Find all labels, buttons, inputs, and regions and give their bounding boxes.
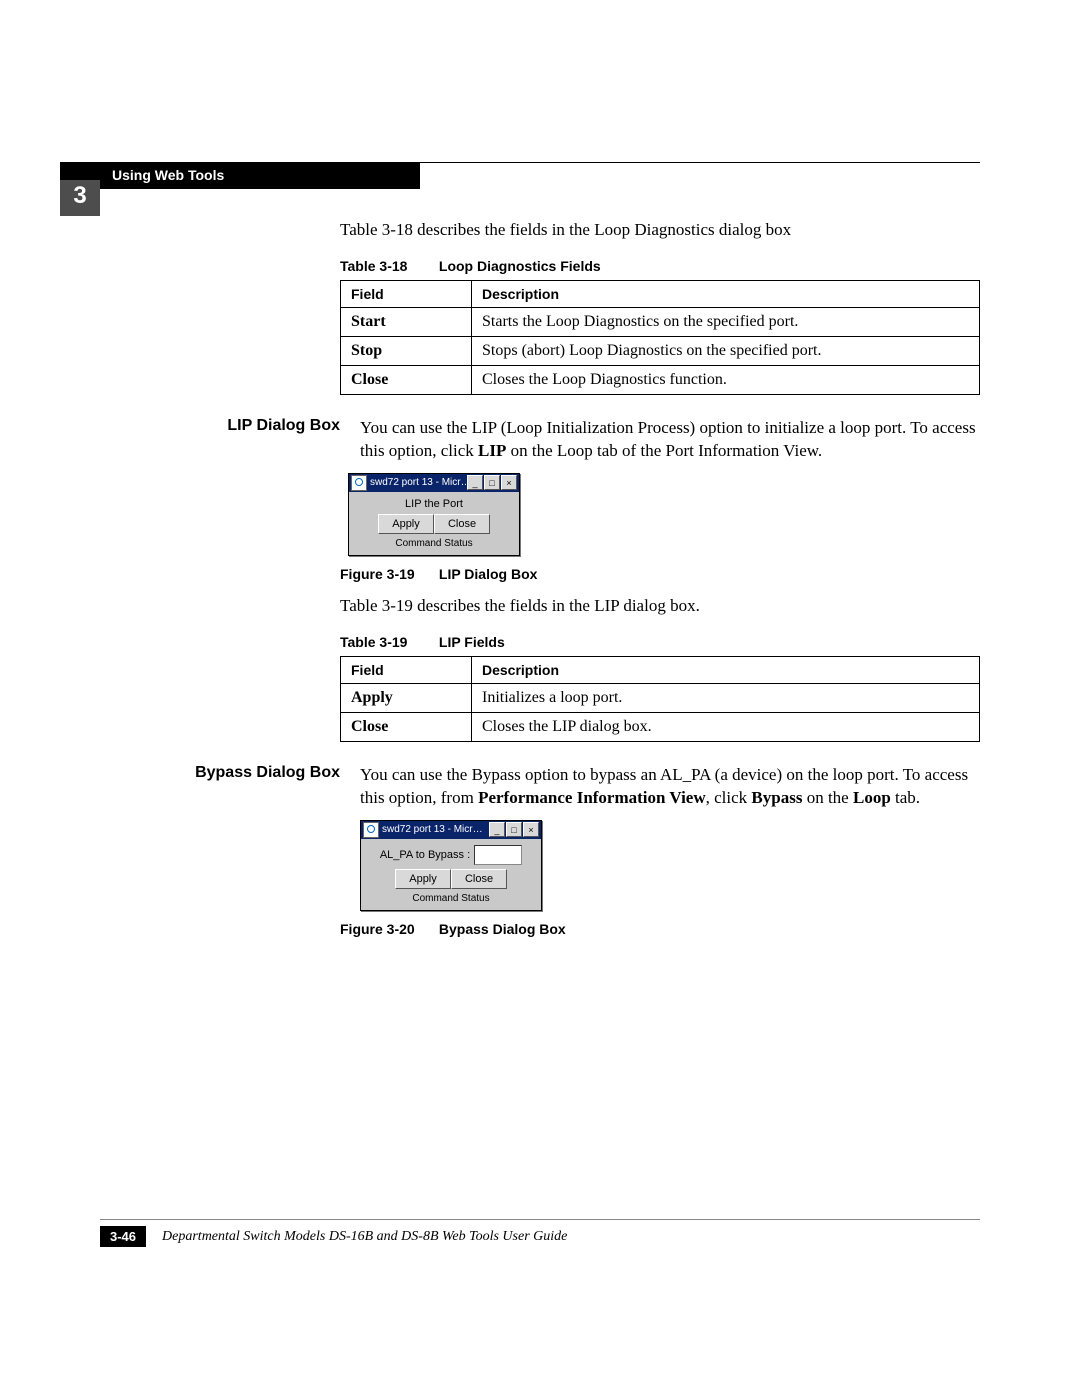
page: Using Web Tools 3 Table 3-18 describes t… bbox=[0, 0, 1080, 1397]
caption-number: Table 3-18 bbox=[340, 258, 435, 274]
cell-field: Stop bbox=[341, 337, 472, 366]
status-text: Command Status bbox=[355, 538, 513, 549]
bypass-section-label: Bypass Dialog Box bbox=[60, 764, 360, 782]
chapter-number-badge: 3 bbox=[60, 180, 100, 216]
lip-section-body: You can use the LIP (Loop Initialization… bbox=[360, 417, 980, 463]
close-button[interactable]: Close bbox=[451, 869, 507, 889]
table-row: Close Closes the Loop Diagnostics functi… bbox=[341, 366, 980, 395]
caption-number: Figure 3-19 bbox=[340, 566, 435, 582]
caption-number: Figure 3-20 bbox=[340, 921, 435, 937]
col-description: Description bbox=[472, 281, 980, 308]
cell-field: Close bbox=[341, 366, 472, 395]
text: on the Loop tab of the Port Information … bbox=[506, 441, 822, 460]
button-row: Apply Close bbox=[355, 514, 513, 534]
alpa-label: AL_PA to Bypass : bbox=[380, 849, 470, 861]
dialog-label: LIP the Port bbox=[355, 498, 513, 510]
app-icon bbox=[351, 475, 367, 491]
cell-desc: Stops (abort) Loop Diagnostics on the sp… bbox=[472, 337, 980, 366]
dialog-title: swd72 port 13 - Micr… bbox=[382, 824, 488, 835]
table-3-18: Field Description Start Starts the Loop … bbox=[340, 280, 980, 395]
close-icon[interactable]: × bbox=[501, 475, 517, 490]
text: on the bbox=[802, 788, 853, 807]
caption-title: Loop Diagnostics Fields bbox=[439, 258, 601, 274]
chapter-title: Using Web Tools bbox=[60, 162, 420, 189]
cell-field: Apply bbox=[341, 683, 472, 712]
button-row: Apply Close bbox=[367, 869, 535, 889]
figure-3-19-caption: Figure 3-19 LIP Dialog Box bbox=[340, 566, 980, 582]
mid-paragraph: Table 3-19 describes the fields in the L… bbox=[340, 596, 980, 616]
bypass-dialog-figure: swd72 port 13 - Micr… _ □ × AL_PA to Byp… bbox=[360, 820, 542, 911]
lip-dialog-figure: swd72 port 13 - Micr… _ □ × LIP the Port… bbox=[348, 473, 520, 556]
close-icon[interactable]: × bbox=[523, 822, 539, 837]
caption-number: Table 3-19 bbox=[340, 634, 435, 650]
cell-field: Close bbox=[341, 712, 472, 741]
table-3-19-caption: Table 3-19 LIP Fields bbox=[340, 634, 980, 650]
col-field: Field bbox=[341, 656, 472, 683]
app-icon bbox=[363, 822, 379, 838]
cell-desc: Closes the Loop Diagnostics function. bbox=[472, 366, 980, 395]
footer-rule bbox=[100, 1219, 980, 1220]
close-button[interactable]: Close bbox=[434, 514, 490, 534]
bypass-section-body: You can use the Bypass option to bypass … bbox=[360, 764, 980, 810]
bypass-section: Bypass Dialog Box You can use the Bypass… bbox=[340, 764, 980, 810]
table-row: Start Starts the Loop Diagnostics on the… bbox=[341, 308, 980, 337]
table-3-18-caption: Table 3-18 Loop Diagnostics Fields bbox=[340, 258, 980, 274]
alpa-input[interactable] bbox=[474, 845, 522, 865]
footer-row: 3-46 Departmental Switch Models DS-16B a… bbox=[100, 1226, 980, 1247]
text: , click bbox=[706, 788, 752, 807]
cell-desc: Initializes a loop port. bbox=[472, 683, 980, 712]
lip-section-label: LIP Dialog Box bbox=[60, 417, 360, 435]
minimize-icon[interactable]: _ bbox=[489, 822, 505, 837]
caption-title: Bypass Dialog Box bbox=[439, 921, 566, 937]
dialog-title: swd72 port 13 - Micr… bbox=[370, 477, 466, 488]
apply-button[interactable]: Apply bbox=[395, 869, 451, 889]
footer-text: Departmental Switch Models DS-16B and DS… bbox=[162, 1229, 567, 1245]
cell-desc: Starts the Loop Diagnostics on the speci… bbox=[472, 308, 980, 337]
table-row: Stop Stops (abort) Loop Diagnostics on t… bbox=[341, 337, 980, 366]
caption-title: LIP Dialog Box bbox=[439, 566, 538, 582]
maximize-icon[interactable]: □ bbox=[506, 822, 522, 837]
intro-paragraph: Table 3-18 describes the fields in the L… bbox=[340, 220, 980, 240]
lip-section: LIP Dialog Box You can use the LIP (Loop… bbox=[340, 417, 980, 463]
page-number-badge: 3-46 bbox=[100, 1226, 146, 1247]
apply-button[interactable]: Apply bbox=[378, 514, 434, 534]
bold-text: LIP bbox=[478, 441, 506, 460]
table-header-row: Field Description bbox=[341, 281, 980, 308]
bold-text: Loop bbox=[853, 788, 891, 807]
col-description: Description bbox=[472, 656, 980, 683]
content-area: Table 3-18 describes the fields in the L… bbox=[340, 220, 980, 937]
table-row: Apply Initializes a loop port. bbox=[341, 683, 980, 712]
input-row: AL_PA to Bypass : bbox=[367, 845, 535, 865]
caption-title: LIP Fields bbox=[439, 634, 505, 650]
minimize-icon[interactable]: _ bbox=[467, 475, 483, 490]
text: tab. bbox=[891, 788, 920, 807]
bold-text: Performance Information View bbox=[478, 788, 706, 807]
table-row: Close Closes the LIP dialog box. bbox=[341, 712, 980, 741]
dialog-titlebar: swd72 port 13 - Micr… _ □ × bbox=[361, 821, 541, 839]
cell-desc: Closes the LIP dialog box. bbox=[472, 712, 980, 741]
table-header-row: Field Description bbox=[341, 656, 980, 683]
status-text: Command Status bbox=[367, 893, 535, 904]
dialog-body: AL_PA to Bypass : Apply Close Command St… bbox=[361, 839, 541, 910]
maximize-icon[interactable]: □ bbox=[484, 475, 500, 490]
dialog-titlebar: swd72 port 13 - Micr… _ □ × bbox=[349, 474, 519, 492]
figure-3-20-caption: Figure 3-20 Bypass Dialog Box bbox=[340, 921, 980, 937]
bold-text: Bypass bbox=[751, 788, 802, 807]
page-footer: 3-46 Departmental Switch Models DS-16B a… bbox=[100, 1219, 980, 1247]
cell-field: Start bbox=[341, 308, 472, 337]
dialog-body: LIP the Port Apply Close Command Status bbox=[349, 492, 519, 555]
table-3-19: Field Description Apply Initializes a lo… bbox=[340, 656, 980, 742]
col-field: Field bbox=[341, 281, 472, 308]
